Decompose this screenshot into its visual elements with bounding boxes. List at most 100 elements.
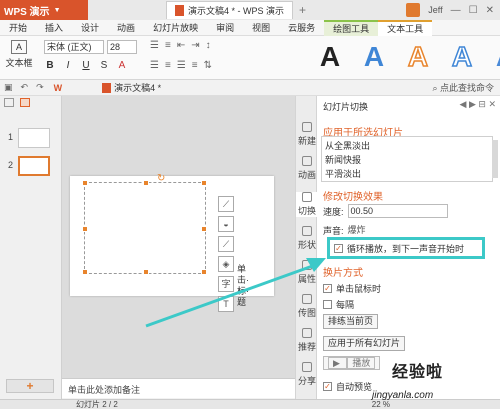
font-family-select[interactable]: 宋体 (正文)	[44, 40, 104, 54]
line-spacing-icon[interactable]: ↕	[206, 40, 211, 51]
wordart-style-3[interactable]: A	[400, 38, 436, 76]
sound-select[interactable]: 爆炸	[348, 224, 458, 237]
document-tab-secondary[interactable]: 演示文稿4 *	[102, 81, 161, 94]
tab-drawing-tools[interactable]: 绘图工具	[324, 19, 379, 36]
tab-review[interactable]: 审阅	[207, 21, 243, 34]
speed-input[interactable]: 00.50	[347, 204, 448, 218]
align-left-icon[interactable]: ☰	[150, 60, 159, 71]
app-menu-button[interactable]: WPS 演示 ▼	[0, 0, 88, 20]
tab-slideshow[interactable]: 幻灯片放映	[144, 21, 207, 34]
add-slide-button[interactable]: +	[6, 379, 54, 393]
loop-sound-option[interactable]: ✓ 循环播放，到下一声音开始时	[327, 237, 485, 259]
align-right-icon[interactable]: ☰	[177, 60, 186, 71]
wordart-style-4[interactable]: A	[444, 38, 480, 76]
side-tab-properties[interactable]: 属性	[296, 260, 318, 285]
resize-handle[interactable]	[201, 180, 207, 186]
align-center-icon[interactable]: ≡	[165, 60, 171, 71]
redo-icon[interactable]: ↷	[32, 82, 48, 93]
pin-icon[interactable]: ⊟	[478, 99, 486, 109]
edit-shape-icon[interactable]: ⟋	[218, 196, 234, 212]
wordart-style-1[interactable]: A	[312, 38, 348, 76]
resize-handle[interactable]	[201, 226, 207, 232]
resize-handle[interactable]	[82, 180, 88, 186]
tab-design[interactable]: 设计	[72, 21, 108, 34]
justify-icon[interactable]: ≡	[192, 60, 198, 71]
bold-icon[interactable]: B	[44, 60, 56, 71]
italic-icon[interactable]: I	[62, 60, 74, 71]
increase-indent-icon[interactable]: ⇥	[191, 40, 199, 51]
side-tab-animation[interactable]: 动画	[296, 156, 318, 181]
zoom-level[interactable]: 22 %	[372, 400, 390, 409]
maximize-icon[interactable]: ☐	[469, 5, 478, 16]
back-icon[interactable]: ◀	[460, 99, 467, 109]
side-tab-shapes[interactable]: 形状	[296, 226, 318, 251]
text-style-icon[interactable]: 字	[218, 276, 234, 292]
list-item[interactable]: 从全黑淡出	[325, 139, 489, 153]
pane-title[interactable]: 幻灯片切换	[323, 100, 368, 113]
resize-handle[interactable]	[143, 180, 149, 186]
resize-handle[interactable]	[82, 226, 88, 232]
side-tab-new[interactable]: 新建	[296, 122, 318, 147]
slides-view-icon[interactable]	[20, 98, 30, 107]
fill-icon[interactable]: ◒	[218, 216, 234, 232]
strikethrough-icon[interactable]: S	[98, 60, 110, 71]
resize-handle[interactable]	[143, 269, 149, 275]
bullets-icon[interactable]: ☰	[150, 40, 159, 51]
close-icon[interactable]: ✕	[488, 99, 496, 109]
slide-thumbnail-1[interactable]	[18, 128, 50, 148]
apply-all-button[interactable]: 应用于所有幻灯片	[323, 336, 406, 351]
resize-handle[interactable]	[201, 269, 207, 275]
resize-handle[interactable]	[82, 269, 88, 275]
side-tab-share[interactable]: 分享	[296, 362, 318, 387]
rotate-handle-icon[interactable]: ↻	[157, 173, 165, 184]
avatar[interactable]	[406, 3, 421, 17]
transition-effects-list[interactable]: 从全黑淡出 新闻快报 平滑淡出	[321, 136, 493, 182]
textbox-button[interactable]: A 文本框	[4, 40, 34, 76]
notes-area[interactable]: 单击此处添加备注	[62, 378, 295, 398]
every-checkbox[interactable]	[323, 300, 332, 309]
tab-text-tools[interactable]: 文本工具	[378, 19, 433, 36]
wordart-style-2[interactable]: A	[356, 38, 392, 76]
side-tab-upload-image[interactable]: 传图	[296, 294, 318, 319]
close-icon[interactable]: ✕	[486, 5, 494, 16]
minimize-icon[interactable]: —	[451, 5, 461, 16]
layers-icon[interactable]: ◈	[218, 256, 234, 272]
user-name[interactable]: Jeff	[428, 5, 442, 15]
tab-insert[interactable]: 插入	[36, 21, 72, 34]
tab-animation[interactable]: 动画	[108, 21, 144, 34]
outline-view-icon[interactable]	[4, 98, 14, 107]
text-direction-icon[interactable]: ⇅	[204, 60, 212, 71]
underline-icon[interactable]: U	[80, 60, 92, 71]
on-click-checkbox[interactable]: ✓	[323, 284, 332, 293]
slide-canvas[interactable]: ↻ 单击·标·题	[70, 173, 274, 307]
list-item[interactable]: 新闻快报	[325, 153, 489, 167]
wordart-style-5[interactable]: A	[488, 38, 500, 76]
sound-label: 声音:	[323, 226, 344, 236]
tab-view[interactable]: 视图	[243, 21, 279, 34]
loop-checkbox[interactable]: ✓	[334, 243, 343, 253]
command-search[interactable]: ⌕ 点此查找命令	[432, 81, 500, 94]
document-tab[interactable]: 演示文稿4 * - WPS 演示	[166, 1, 294, 19]
font-size-select[interactable]: 28	[107, 40, 137, 54]
text-effects-icon[interactable]: T	[218, 296, 234, 312]
outline-icon[interactable]: ⟋	[218, 236, 234, 252]
auto-preview-checkbox[interactable]: ✓	[323, 382, 332, 391]
font-color-icon[interactable]: A	[116, 60, 128, 71]
new-tab-button[interactable]: +	[299, 3, 306, 17]
list-item[interactable]: 平滑淡出	[325, 167, 489, 181]
selected-text-placeholder[interactable]: ↻	[82, 173, 207, 275]
rehearse-current-button[interactable]: 排练当前页	[323, 314, 379, 329]
decrease-indent-icon[interactable]: ⇤	[177, 40, 185, 51]
tab-cloud[interactable]: 云服务	[279, 21, 324, 34]
undo-icon[interactable]: ↶	[17, 82, 33, 93]
side-tab-recommend[interactable]: 推荐	[296, 328, 318, 353]
forward-icon[interactable]: ▶	[469, 99, 476, 109]
list-scrollbar[interactable]	[492, 140, 498, 178]
paragraph-row-2: ☰ ≡ ☰ ≡ ⇅	[150, 60, 212, 71]
slide-thumbnail-2[interactable]	[18, 156, 50, 176]
side-tab-transition[interactable]: 切换	[296, 192, 318, 217]
tab-home[interactable]: 开始	[0, 21, 36, 34]
play-button[interactable]: ▶ 播放	[323, 356, 381, 370]
numbering-icon[interactable]: ≡	[165, 40, 171, 51]
save-icon[interactable]: ▣	[0, 82, 17, 93]
